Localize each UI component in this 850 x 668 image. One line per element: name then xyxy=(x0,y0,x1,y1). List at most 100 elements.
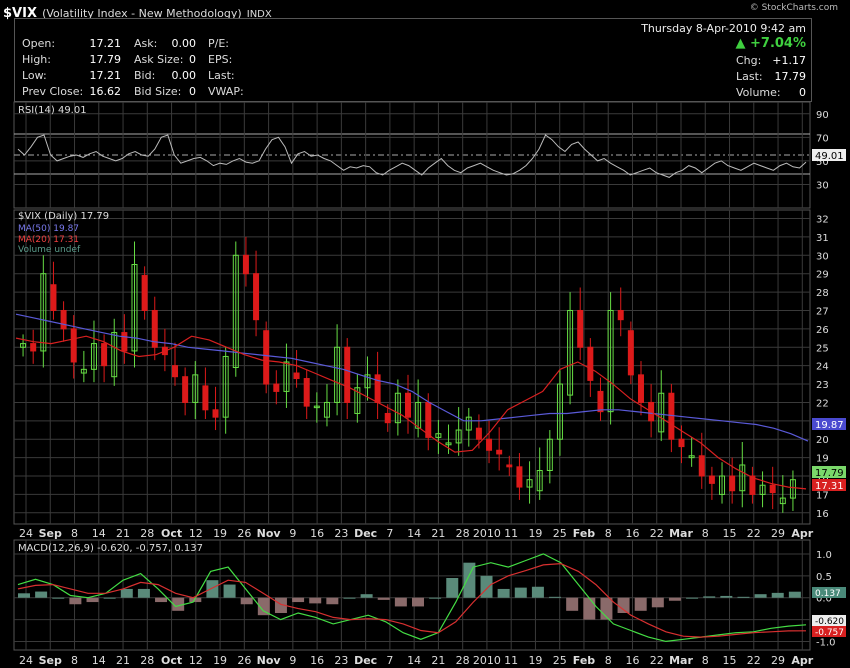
candle-body xyxy=(141,275,148,311)
candle-body xyxy=(577,309,584,348)
y-tick-label: 32 xyxy=(816,215,829,226)
y-tick-label: 0.5 xyxy=(816,572,832,583)
x-tick-label: 11 xyxy=(504,654,518,667)
x-tick-label: 21 xyxy=(431,527,445,540)
macd-histogram-bar xyxy=(754,594,767,598)
candle-body xyxy=(486,438,493,451)
x-tick-label: 28 xyxy=(456,654,470,667)
candle-body xyxy=(678,438,685,448)
macd-histogram-bar xyxy=(549,596,562,598)
macd-histogram-bar xyxy=(686,597,699,599)
macd-histogram-bar xyxy=(35,591,48,598)
x-tick-label: 28 xyxy=(140,654,154,667)
macd-histogram-bar xyxy=(377,597,390,600)
y-tick-label: 31 xyxy=(816,233,829,244)
candle-body xyxy=(637,374,644,403)
y-tick-label: 70 xyxy=(816,133,829,144)
x-tick-label: Oct xyxy=(161,527,182,540)
y-tick-label: 28 xyxy=(816,288,829,299)
macd-histogram-bar xyxy=(206,580,219,598)
macd-histogram-bar xyxy=(360,594,373,598)
x-tick-label: 15 xyxy=(723,654,737,667)
x-tick-label: 21 xyxy=(116,527,130,540)
macd-histogram-bar xyxy=(394,597,407,607)
x-tick-label: 19 xyxy=(213,527,227,540)
y-tick-label: -1.0 xyxy=(816,637,836,648)
candle-body xyxy=(121,332,128,352)
hist-tag-text: 0.137 xyxy=(815,589,841,599)
y-tick-label: 30 xyxy=(816,180,829,191)
macd-histogram-bar xyxy=(617,597,630,613)
price-legend: $VIX (Daily) 17.79 xyxy=(18,211,109,222)
macd-histogram-bar xyxy=(651,597,664,608)
candle-body xyxy=(668,392,675,440)
x-tick-label: 14 xyxy=(407,654,421,667)
rsi-label: RSI(14) 49.01 xyxy=(18,105,87,116)
candle-body xyxy=(587,346,594,381)
x-tick-label: 9 xyxy=(289,654,296,667)
x-tick-label: 2010 xyxy=(473,654,501,667)
x-tick-label: 14 xyxy=(407,527,421,540)
x-tick-label: 25 xyxy=(553,527,567,540)
y-tick-label: 22 xyxy=(816,398,829,409)
x-tick-label: 16 xyxy=(625,527,639,540)
signal-tag-text: -0.757 xyxy=(815,628,844,638)
macd-histogram-bar xyxy=(720,595,733,598)
candle-body xyxy=(344,346,351,403)
macd-histogram-bar xyxy=(309,597,322,604)
macd-histogram-bar xyxy=(137,588,150,598)
x-tick-label: 14 xyxy=(92,527,106,540)
x-tick-label: 19 xyxy=(528,527,542,540)
candle-body xyxy=(597,390,604,413)
x-tick-label: 8 xyxy=(71,654,78,667)
x-tick-label: 2010 xyxy=(473,527,501,540)
candle-body xyxy=(496,449,503,455)
price-panel xyxy=(13,209,811,525)
candle-body xyxy=(425,401,432,438)
x-tick-label: 21 xyxy=(116,654,130,667)
candle-body xyxy=(627,330,634,376)
macd-histogram-bar xyxy=(429,597,442,599)
y-tick-label: 17 xyxy=(816,490,829,501)
macd-histogram-bar xyxy=(52,597,65,599)
macd-tag-text: -0.620 xyxy=(815,617,844,627)
x-tick-label: 8 xyxy=(702,527,709,540)
y-tick-label: 19 xyxy=(816,454,829,465)
candle-body xyxy=(253,273,260,321)
macd-histogram-bar xyxy=(343,597,356,599)
macd-histogram-bar xyxy=(240,597,253,605)
x-tick-label: 26 xyxy=(237,527,251,540)
x-tick-label: 15 xyxy=(723,527,737,540)
x-tick-label: Mar xyxy=(669,654,693,667)
y-tick-label: 90 xyxy=(816,110,829,121)
x-tick-label: 28 xyxy=(456,527,470,540)
x-tick-label: Feb xyxy=(573,654,596,667)
macd-label: MACD(12,26,9) -0.620, -0.757, 0.137 xyxy=(18,543,203,554)
ma50-tag-text: 19.87 xyxy=(815,420,844,431)
chart-svg: 24 24 Sep Sep 8 8 14 14 21 21 28 28 Oct Oct 12 12 19 19 26… xyxy=(13,101,846,667)
macd-panel xyxy=(13,539,811,651)
x-tick-label: Apr xyxy=(791,654,813,667)
candle-body xyxy=(293,372,300,380)
x-tick-label: Sep xyxy=(39,654,62,667)
x-tick-label: 8 xyxy=(71,527,78,540)
candle-body xyxy=(60,309,67,330)
x-tick-label: 7 xyxy=(386,654,393,667)
x-tick-label: 12 xyxy=(189,654,203,667)
x-tick-label: Dec xyxy=(354,654,377,667)
x-tick-label: 25 xyxy=(553,654,567,667)
macd-histogram-bar xyxy=(497,588,510,598)
macd-histogram-bar xyxy=(566,597,579,611)
macd-histogram-bar xyxy=(120,588,133,598)
x-tick-label: 8 xyxy=(702,654,709,667)
candle-body xyxy=(30,343,37,352)
candle-body xyxy=(303,378,310,407)
x-tick-label: 7 xyxy=(386,527,393,540)
x-tick-label: 22 xyxy=(650,654,664,667)
x-tick-label: 26 xyxy=(237,654,251,667)
y-tick-label: 26 xyxy=(816,325,829,336)
x-tick-label: Nov xyxy=(257,527,282,540)
ma20-legend: MA(20) 17.31 xyxy=(18,235,79,245)
macd-histogram-bar xyxy=(514,587,527,598)
x-tick-label: 19 xyxy=(213,654,227,667)
